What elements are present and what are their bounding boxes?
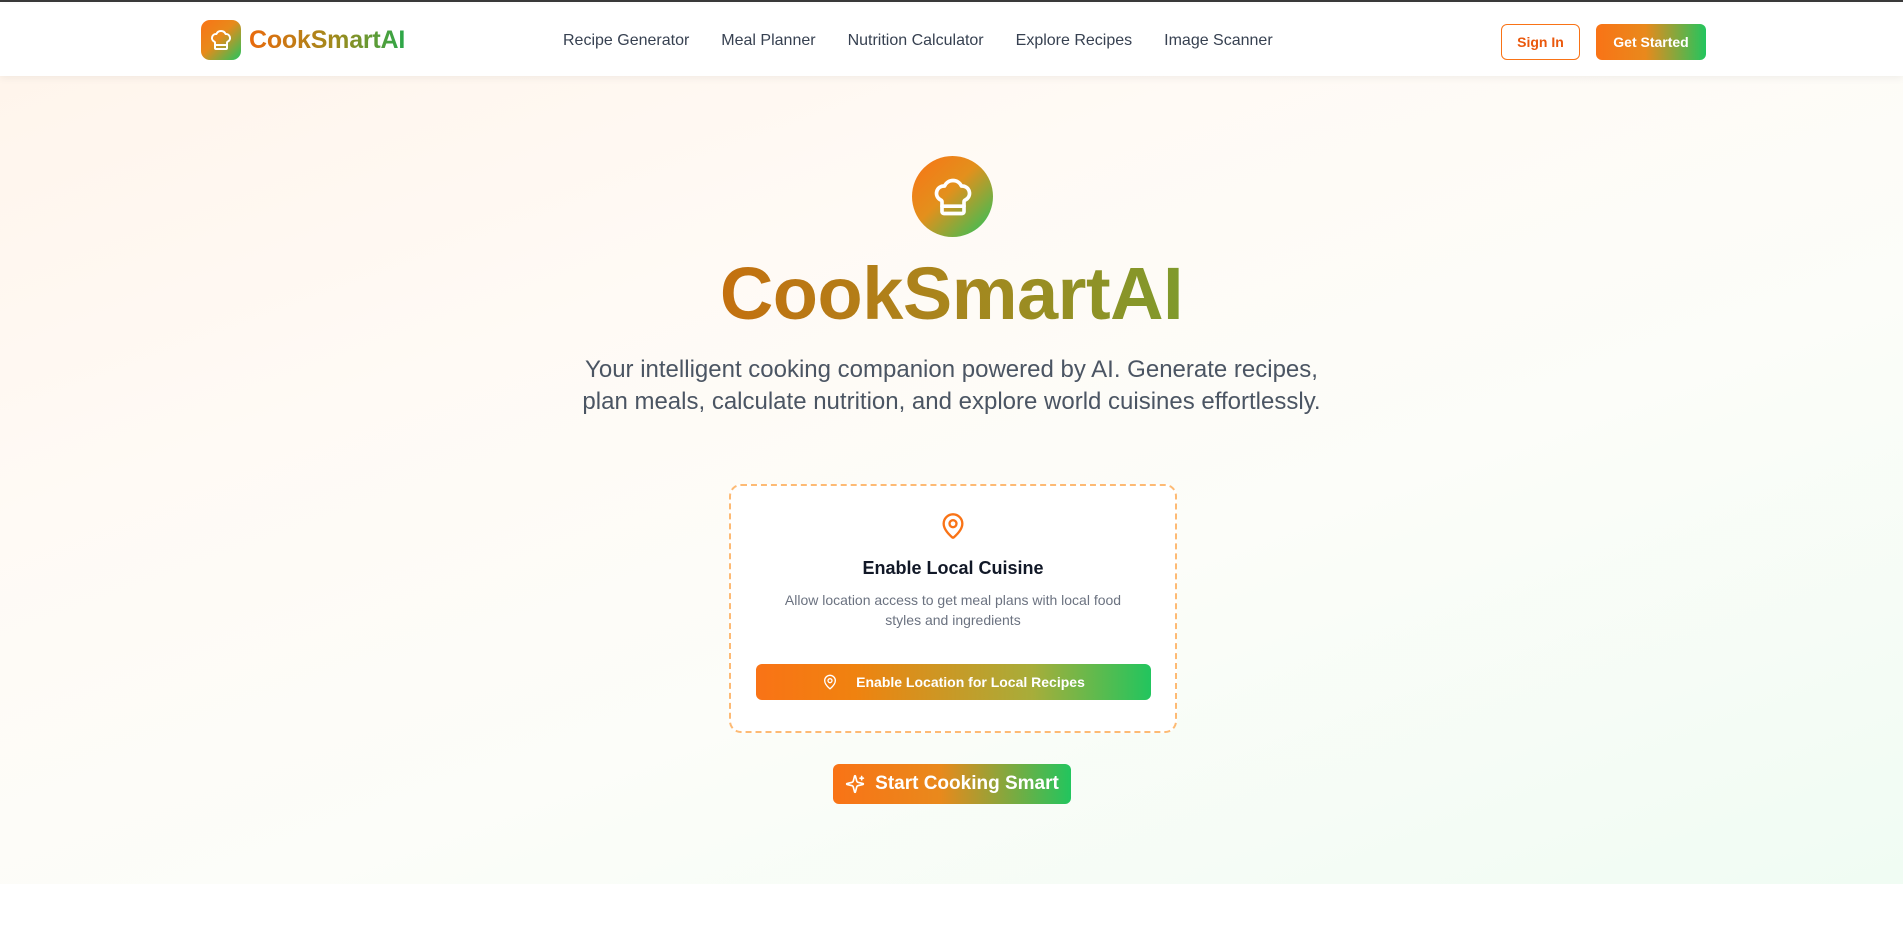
enable-location-label: Enable Location for Local Recipes [856, 674, 1085, 690]
hero-title-text: CookSmartAI [719, 252, 1184, 335]
map-pin-icon [939, 510, 967, 542]
brand-logo-link[interactable]: CookSmartAI [201, 20, 405, 60]
card-description: Allow location access to get meal plans … [784, 592, 1122, 628]
start-cooking-button[interactable]: Start Cooking Smart [833, 764, 1071, 804]
brand-name: CookSmartAI [249, 25, 406, 54]
sign-in-button[interactable]: Sign In [1501, 24, 1580, 60]
get-started-button[interactable]: Get Started [1596, 24, 1706, 60]
enable-location-button[interactable]: Enable Location for Local Recipes [756, 664, 1151, 700]
nav-image-scanner[interactable]: Image Scanner [1164, 32, 1273, 50]
top-navbar: CookSmartAI Recipe Generator Meal Planne… [0, 4, 1903, 76]
nav-meal-planner[interactable]: Meal Planner [721, 32, 815, 50]
nav-recipe-generator[interactable]: Recipe Generator [563, 32, 689, 50]
card-title: Enable Local Cuisine [862, 558, 1044, 578]
nav-nutrition-calculator[interactable]: Nutrition Calculator [848, 32, 984, 50]
hero-title: CookSmartAI [0, 252, 1903, 336]
nav-explore-recipes[interactable]: Explore Recipes [1016, 32, 1133, 50]
hero-subtitle: Your intelligent cooking companion power… [582, 356, 1321, 415]
local-cuisine-card: Enable Local Cuisine Allow location acce… [729, 484, 1177, 733]
map-pin-icon [822, 674, 838, 690]
main-nav: Recipe Generator Meal Planner Nutrition … [563, 26, 1273, 56]
chef-hat-icon [201, 20, 241, 60]
chef-hat-icon [912, 156, 993, 237]
start-cooking-label: Start Cooking Smart [875, 773, 1059, 794]
hero-section: CookSmartAI Your intelligent cooking com… [0, 76, 1903, 884]
sparkles-icon [845, 774, 865, 794]
